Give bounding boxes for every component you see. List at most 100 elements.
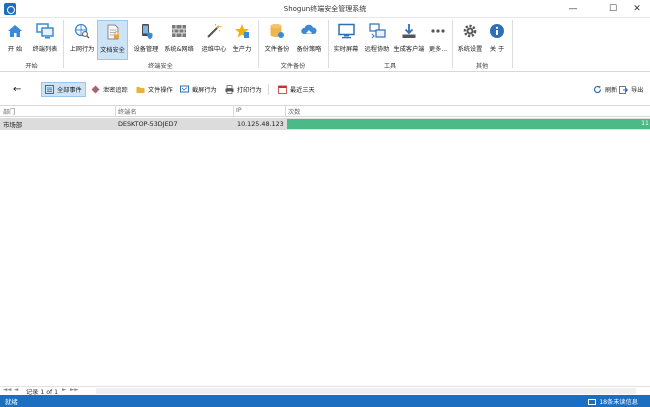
date-range-button[interactable]: 最近三天	[275, 82, 318, 97]
ribbon-label: 运维中心	[201, 46, 227, 53]
toolbar-label: 文件操作	[148, 87, 173, 94]
unread-messages-text: 18条未读信息	[599, 399, 638, 406]
home-icon	[6, 22, 24, 40]
filter-all-events-button[interactable]: 全部事件	[41, 82, 86, 97]
column-divider[interactable]	[233, 106, 234, 117]
status-bar: 就绪 18条未读信息	[0, 395, 650, 407]
globe-search-icon	[73, 22, 91, 40]
ribbon-label: 开 始	[7, 46, 23, 53]
toolbar-label: 最近三天	[290, 87, 315, 94]
ribbon-productivity-button[interactable]: 生产力	[230, 20, 254, 60]
ribbon-label: 实时屏幕	[333, 46, 359, 53]
count-bar-fill	[287, 119, 650, 129]
table-row[interactable]: 市场部 DESKTOP-53DJED7 10.125.48.123 11	[0, 118, 650, 130]
list-icon	[45, 85, 54, 94]
horizontal-scrollbar[interactable]	[96, 388, 636, 394]
minimize-button[interactable]: —	[560, 0, 586, 18]
ribbon-file-backup-button[interactable]: 文件备份	[262, 20, 292, 60]
remote-assist-icon	[368, 22, 386, 40]
unread-messages-link[interactable]: 18条未读信息	[588, 397, 638, 406]
close-button[interactable]: ✕	[624, 0, 650, 18]
export-button[interactable]: 导出	[616, 82, 646, 97]
ribbon-system-network-button[interactable]: 系统&网络	[163, 20, 195, 60]
screenshot-icon	[180, 85, 189, 94]
info-icon	[488, 22, 506, 40]
gear-icon	[461, 22, 479, 40]
filter-screenshot-button[interactable]: 截屏行为	[177, 82, 220, 97]
ribbon-terminal-list-button[interactable]: 终端列表	[30, 20, 60, 60]
ribbon-backup-policy-button[interactable]: 备份策略	[294, 20, 324, 60]
back-button[interactable]: ←	[10, 82, 24, 97]
ribbon-device-mgmt-button[interactable]: 设备管理	[131, 20, 161, 60]
ribbon-live-screen-button[interactable]: 实时屏幕	[331, 20, 361, 60]
group-label-terminal-security: 终端安全	[148, 63, 173, 70]
mail-icon	[588, 398, 597, 405]
trace-icon	[91, 85, 100, 94]
ribbon-label: 生成客户端	[393, 46, 425, 53]
pager-prev-button[interactable]: ◄	[14, 387, 18, 393]
pager-first-button[interactable]: ◄◄	[3, 387, 11, 393]
cell-count: 11	[641, 120, 649, 127]
export-icon	[619, 85, 629, 94]
column-divider[interactable]	[285, 106, 286, 117]
ribbon-label: 设备管理	[133, 46, 159, 53]
pager-last-button[interactable]: ►►	[70, 387, 78, 393]
ribbon-label: 文档安全	[100, 47, 125, 54]
column-divider[interactable]	[115, 106, 116, 117]
ribbon: 开 始 终端列表 上网行为 文档安全 设备管理 系统&网络 运维中心 生产力 文…	[0, 18, 650, 72]
screen-icon	[337, 22, 355, 40]
window-title: Shogun终端安全管理系统	[283, 5, 367, 13]
ribbon-system-settings-button[interactable]: 系统设置	[456, 20, 484, 60]
ribbon-label: 更多...	[428, 46, 448, 53]
device-shield-icon	[137, 22, 155, 40]
table-header: 部门 终端名 IP 次数	[0, 105, 650, 117]
wand-icon	[205, 22, 223, 40]
title-bar: Shogun终端安全管理系统 — ☐ ✕	[0, 0, 650, 18]
cell-terminal: DESKTOP-53DJED7	[118, 120, 178, 128]
ribbon-label: 备份策略	[296, 46, 322, 53]
group-label-tools: 工具	[383, 63, 397, 70]
ribbon-web-behavior-button[interactable]: 上网行为	[67, 20, 97, 60]
ribbon-label: 系统设置	[457, 46, 483, 53]
ribbon-label: 系统&网络	[164, 46, 194, 53]
calendar-icon	[278, 85, 287, 94]
column-header-count[interactable]: 次数	[288, 107, 300, 116]
ribbon-remote-assist-button[interactable]: 远程协助	[362, 20, 392, 60]
column-header-dept[interactable]: 部门	[3, 107, 15, 116]
cloud-backup-icon	[300, 22, 318, 40]
column-header-terminal[interactable]: 终端名	[118, 107, 137, 116]
status-text: 就绪	[5, 398, 18, 406]
filter-file-ops-button[interactable]: 文件操作	[133, 82, 176, 97]
ribbon-about-button[interactable]: 关 于	[486, 20, 508, 60]
toolbar-label: 打印行为	[237, 87, 262, 94]
pager-next-button[interactable]: ►	[62, 387, 66, 393]
ribbon-label: 关 于	[489, 46, 505, 53]
ribbon-doc-security-button[interactable]: 文档安全	[97, 20, 128, 60]
filter-print-button[interactable]: 打印行为	[222, 82, 265, 97]
ribbon-label: 上网行为	[69, 46, 95, 53]
database-backup-icon	[268, 22, 286, 40]
ribbon-label: 文件备份	[264, 46, 290, 53]
refresh-icon	[593, 85, 602, 94]
ribbon-label: 生产力	[232, 46, 252, 53]
toolbar-label: 截屏行为	[192, 87, 217, 94]
toolbar-label: 泄密追踪	[103, 87, 128, 94]
group-label-start: 开始	[25, 63, 38, 70]
filter-leak-trace-button[interactable]: 泄密追踪	[88, 82, 131, 97]
firewall-icon	[170, 22, 188, 40]
cell-ip: 10.125.48.123	[237, 120, 284, 128]
more-icon	[429, 22, 447, 40]
document-lock-icon	[104, 23, 122, 41]
ribbon-ops-center-button[interactable]: 运维中心	[199, 20, 229, 60]
monitor-list-icon	[36, 22, 54, 40]
event-toolbar: ← 全部事件 泄密追踪 文件操作 截屏行为 打印行为 最近三天 刷新 导出	[0, 80, 650, 100]
ribbon-label: 终端列表	[32, 46, 58, 53]
ribbon-home-button[interactable]: 开 始	[4, 20, 26, 60]
pager: ◄◄ ◄ 记录 1 of 1 ► ►►	[0, 386, 650, 396]
maximize-button[interactable]: ☐	[600, 0, 626, 18]
folder-icon	[136, 85, 145, 94]
toolbar-divider	[268, 84, 269, 95]
ribbon-generate-client-button[interactable]: 生成客户端	[392, 20, 426, 60]
column-header-ip[interactable]: IP	[236, 107, 242, 114]
ribbon-more-button[interactable]: 更多...	[427, 20, 449, 60]
